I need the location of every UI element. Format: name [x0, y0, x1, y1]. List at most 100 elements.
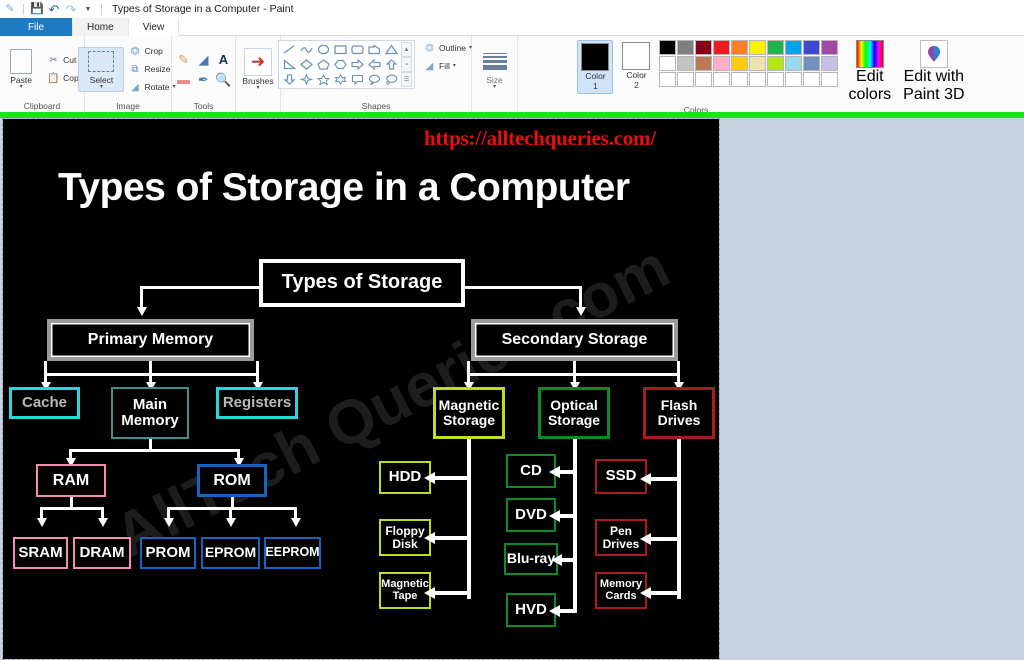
- eraser-icon[interactable]: ▬: [177, 73, 190, 86]
- color-swatch-r3-c8[interactable]: [785, 72, 803, 87]
- shape-pentagon-icon[interactable]: [315, 57, 332, 72]
- brushes-caret-icon[interactable]: ▾: [256, 85, 259, 91]
- color-swatch-r2-c10[interactable]: [821, 56, 839, 71]
- color-swatch-r2-c9[interactable]: [803, 56, 821, 71]
- color-1-button[interactable]: Color 1: [577, 40, 614, 94]
- color-swatch-r3-c3[interactable]: [695, 72, 713, 87]
- color-swatch-r2-c6[interactable]: [749, 56, 767, 71]
- fill-bucket-icon[interactable]: ◢: [199, 53, 209, 66]
- color-swatch-r1-c1[interactable]: [659, 40, 677, 55]
- shape-hexagon-icon[interactable]: [332, 57, 349, 72]
- redo-icon[interactable]: ↷: [64, 2, 78, 16]
- color-swatch-r1-c3[interactable]: [695, 40, 713, 55]
- shape-left-arrow-icon[interactable]: [366, 57, 383, 72]
- color-swatch-r3-c2[interactable]: [677, 72, 695, 87]
- color-swatch-r2-c7[interactable]: [767, 56, 785, 71]
- color-swatch-r3-c10[interactable]: [821, 72, 839, 87]
- shape-four-point-star-icon[interactable]: [298, 72, 315, 87]
- shape-rounded-callout-icon[interactable]: [349, 72, 366, 87]
- color-swatch-r1-c10[interactable]: [821, 40, 839, 55]
- outline-button[interactable]: ⏣ Outline ▾: [421, 40, 474, 56]
- shape-oval-icon[interactable]: [315, 42, 332, 57]
- node-rom-label: ROM: [213, 471, 251, 489]
- undo-icon[interactable]: ↶: [47, 2, 61, 16]
- outline-icon: ⏣: [425, 42, 434, 54]
- fill-caret-icon[interactable]: ▾: [453, 63, 456, 69]
- qat-divider: [23, 3, 24, 15]
- fill-button[interactable]: ◢ Fill ▾: [421, 58, 474, 74]
- paste-button[interactable]: Paste ▾: [0, 48, 43, 91]
- color-swatch-r3-c4[interactable]: [713, 72, 731, 87]
- shape-triangle-icon[interactable]: [383, 42, 400, 57]
- customize-icon[interactable]: ▼: [81, 2, 95, 16]
- color-swatch-r1-c5[interactable]: [731, 40, 749, 55]
- color-2-label: Color: [626, 70, 647, 80]
- shapes-scroll-down-icon[interactable]: ▪: [401, 57, 413, 72]
- node-hvd-label: HVD: [515, 600, 547, 618]
- resize-label: Resize: [144, 64, 171, 74]
- paint3d-button[interactable]: Edit with Paint 3D: [903, 40, 965, 104]
- color-swatch-r3-c1[interactable]: [659, 72, 677, 87]
- shape-curve-icon[interactable]: [298, 42, 315, 57]
- connector-line: [140, 286, 260, 289]
- color-swatch-r3-c7[interactable]: [767, 72, 785, 87]
- save-icon[interactable]: 💾: [30, 2, 44, 16]
- select-button[interactable]: Select ▾: [78, 46, 125, 92]
- shape-rounded-rect-icon[interactable]: [349, 42, 366, 57]
- node-dram-label: DRAM: [79, 543, 125, 561]
- text-icon[interactable]: A: [219, 53, 228, 66]
- color-palette[interactable]: [659, 40, 839, 87]
- tab-home[interactable]: Home: [73, 18, 129, 36]
- tab-file[interactable]: File: [0, 18, 73, 36]
- color-swatch-r1-c6[interactable]: [749, 40, 767, 55]
- node-cache: Cache: [9, 387, 80, 419]
- paste-caret-icon[interactable]: ▾: [20, 84, 23, 90]
- shape-rectangle-icon[interactable]: [332, 42, 349, 57]
- color-swatch-r2-c2[interactable]: [677, 56, 695, 71]
- shapes-scroll-up-icon[interactable]: ▲: [401, 42, 413, 57]
- pencil-icon[interactable]: ✎: [178, 53, 189, 66]
- color-swatch-r1-c2[interactable]: [677, 40, 695, 55]
- shape-polygon-icon[interactable]: [366, 42, 383, 57]
- color-swatch-r2-c4[interactable]: [713, 56, 731, 71]
- paint-icon[interactable]: ✎: [3, 2, 17, 16]
- color-swatch-r2-c8[interactable]: [785, 56, 803, 71]
- color-swatch-r1-c7[interactable]: [767, 40, 785, 55]
- shape-six-point-star-icon[interactable]: [332, 72, 349, 87]
- node-secondary-storage: Secondary Storage: [471, 319, 678, 361]
- shape-down-arrow-icon[interactable]: [281, 72, 298, 87]
- color-swatch-r2-c3[interactable]: [695, 56, 713, 71]
- connector-line: [69, 449, 239, 452]
- node-registers: Registers: [216, 387, 298, 419]
- color-picker-icon[interactable]: ✒: [198, 73, 209, 86]
- shape-diamond-icon[interactable]: [298, 57, 315, 72]
- shapes-gallery[interactable]: ▲ ▪ ☰: [278, 40, 416, 89]
- shapes-expand-icon[interactable]: ☰: [401, 72, 413, 87]
- size-caret-icon[interactable]: ▾: [493, 84, 496, 90]
- shape-up-arrow-icon[interactable]: [383, 57, 400, 72]
- tab-view[interactable]: View: [129, 18, 180, 36]
- color-swatch-r2-c1[interactable]: [659, 56, 677, 71]
- color-swatch-r1-c4[interactable]: [713, 40, 731, 55]
- color-swatch-r3-c5[interactable]: [731, 72, 749, 87]
- select-caret-icon[interactable]: ▾: [100, 84, 103, 90]
- size-button[interactable]: Size ▾: [473, 48, 517, 91]
- shape-cloud-callout-icon[interactable]: [383, 72, 400, 87]
- color-swatch-r3-c9[interactable]: [803, 72, 821, 87]
- edit-colors-button[interactable]: Edit colors: [848, 40, 891, 104]
- arrowhead-down-icon: [291, 518, 301, 527]
- color-2-button[interactable]: Color 2: [619, 40, 653, 92]
- shape-right-arrow-icon[interactable]: [349, 57, 366, 72]
- color-swatch-r2-c5[interactable]: [731, 56, 749, 71]
- shape-line-icon[interactable]: [281, 42, 298, 57]
- color-swatch-r1-c8[interactable]: [785, 40, 803, 55]
- color-swatch-r3-c6[interactable]: [749, 72, 767, 87]
- qat-divider-2: [101, 3, 102, 15]
- shape-oval-callout-icon[interactable]: [366, 72, 383, 87]
- magnifier-icon[interactable]: 🔍: [215, 73, 231, 86]
- node-hdd-label: HDD: [388, 468, 422, 486]
- scissors-icon: ✂: [49, 54, 58, 66]
- shape-right-triangle-icon[interactable]: [281, 57, 298, 72]
- shape-five-point-star-icon[interactable]: [315, 72, 332, 87]
- color-swatch-r1-c9[interactable]: [803, 40, 821, 55]
